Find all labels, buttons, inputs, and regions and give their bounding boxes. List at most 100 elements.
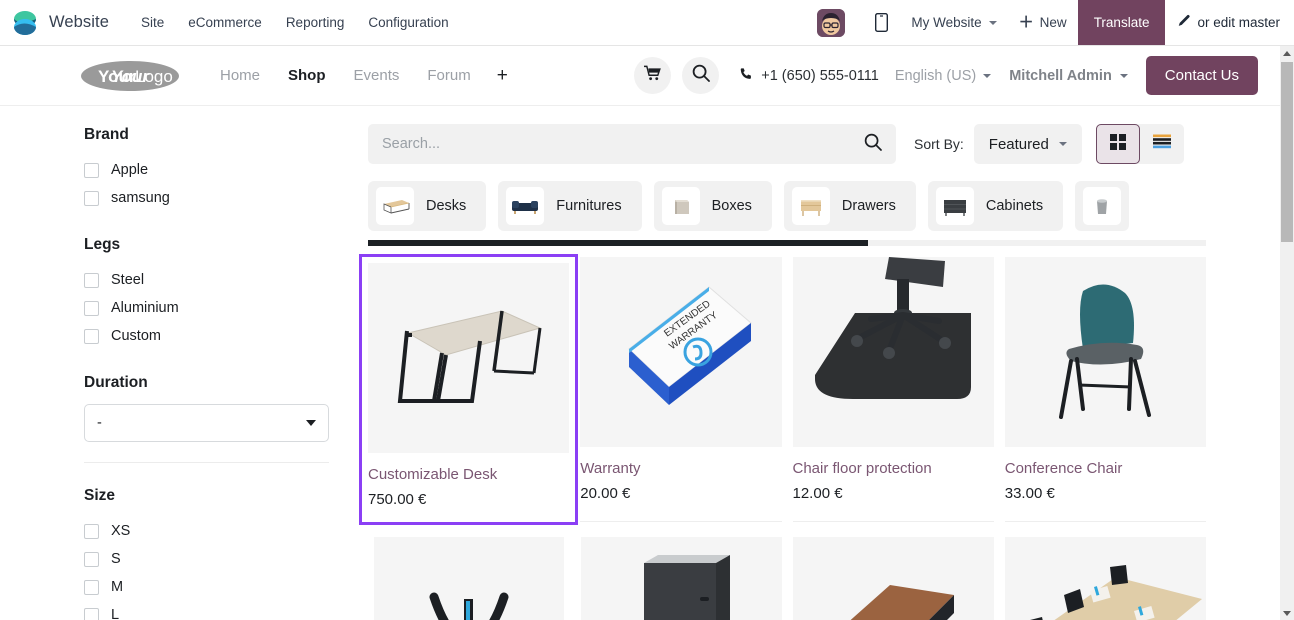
nav-link-shop[interactable]: Shop — [274, 67, 340, 84]
shopping-cart-button[interactable] — [634, 57, 672, 94]
category-label-furnitures: Furnitures — [556, 198, 622, 214]
filter-option-steel[interactable]: Steel — [84, 266, 334, 294]
add-page-icon[interactable]: + — [485, 66, 520, 85]
site-logo[interactable]: Your Logo Your Logo — [80, 59, 180, 93]
checkbox-l[interactable] — [84, 607, 99, 620]
category-chip-furnitures[interactable]: Furnitures — [498, 181, 642, 231]
product-card-cabinet-with-doors[interactable] — [581, 537, 782, 620]
menu-item-configuration[interactable]: Configuration — [356, 0, 460, 45]
odoo-brand[interactable]: Website — [0, 0, 115, 45]
filter-group-title-duration: Duration — [84, 374, 148, 391]
filter-option-custom[interactable]: Custom — [84, 322, 334, 350]
products-toolbar: Sort By: Featured — [368, 124, 1206, 164]
filter-option-apple[interactable]: Apple — [84, 156, 334, 184]
bin-thumb-icon — [1083, 187, 1122, 225]
header-phone[interactable]: +1 (650) 555-0111 — [739, 67, 879, 85]
svg-text:Logo: Logo — [135, 67, 173, 86]
product-card-customizable-desk[interactable]: Customizable Desk 750.00 € — [358, 254, 579, 525]
checkbox-m[interactable] — [84, 579, 99, 595]
product-grid: Customizable Desk 750.00 € EXTENDED WARR… — [358, 254, 1206, 525]
filter-option-m[interactable]: M — [84, 573, 334, 601]
user-menu[interactable]: Mitchell Admin — [1009, 68, 1128, 84]
website-selector[interactable]: My Website — [900, 0, 1007, 45]
scroll-up-arrow[interactable] — [1280, 46, 1294, 60]
nav-link-home[interactable]: Home — [206, 67, 274, 84]
shop-page-body: Brand Apple samsung Legs Steel Aluminium… — [0, 106, 1280, 620]
filter-label-aluminium: Aluminium — [111, 300, 179, 316]
edit-master-button[interactable]: or edit master — [1165, 0, 1294, 45]
duration-select[interactable]: - — [84, 404, 329, 442]
category-strip[interactable]: Desks Furnitures Boxes Drawers Cabinets — [368, 181, 1206, 231]
language-selector[interactable]: English (US) — [895, 68, 992, 84]
category-chip-boxes[interactable]: Boxes — [653, 181, 772, 231]
header-search-button[interactable] — [682, 57, 720, 94]
desk-thumb-icon — [376, 187, 414, 225]
filter-option-samsung[interactable]: samsung — [84, 184, 334, 212]
product-card-conference-chair[interactable]: Conference Chair 33.00 € — [1004, 257, 1206, 522]
chevron-down-icon — [1058, 142, 1067, 146]
checkbox-steel[interactable] — [84, 272, 99, 288]
checkbox-custom[interactable] — [84, 328, 99, 344]
sort-by-select[interactable]: Featured — [973, 124, 1082, 164]
header-phone-label: +1 (650) 555-0111 — [761, 67, 879, 84]
scroll-down-arrow[interactable] — [1280, 606, 1294, 620]
sofa-thumb-icon — [506, 187, 545, 225]
nav-link-forum[interactable]: Forum — [413, 67, 484, 84]
box-thumb-icon — [661, 187, 700, 225]
product-title[interactable]: Customizable Desk — [368, 466, 569, 483]
products-area: Sort By: Featured — [358, 124, 1206, 620]
filter-option-s[interactable]: S — [84, 545, 334, 573]
mobile-preview-button[interactable] — [863, 0, 900, 45]
product-title[interactable]: Conference Chair — [1005, 460, 1206, 477]
phone-icon — [739, 67, 753, 85]
search-icon[interactable] — [864, 133, 882, 156]
vertical-scroll-thumb[interactable] — [1281, 62, 1293, 242]
category-chip-desks[interactable]: Desks — [368, 181, 487, 231]
category-chip-bin[interactable] — [1075, 181, 1130, 231]
avatar[interactable] — [817, 8, 846, 37]
edit-master-label: or edit master — [1197, 15, 1280, 30]
menu-item-site[interactable]: Site — [129, 0, 176, 45]
desk-image — [368, 263, 570, 453]
product-price: 20.00 € — [580, 485, 631, 502]
nav-link-events[interactable]: Events — [340, 67, 414, 84]
new-button[interactable]: ＋ New — [1008, 0, 1078, 45]
product-title[interactable]: Warranty — [580, 460, 781, 477]
filter-option-aluminium[interactable]: Aluminium — [84, 294, 334, 322]
odoo-top-navbar: Website Site eCommerce Reporting Configu… — [0, 0, 1294, 46]
product-card-warranty[interactable]: EXTENDED WARRANTY Warranty 20.00 € — [580, 257, 782, 522]
product-card-monitor-stand[interactable] — [368, 537, 570, 620]
checkbox-apple[interactable] — [84, 162, 99, 178]
product-price: 33.00 € — [1004, 485, 1055, 502]
checkbox-s[interactable] — [84, 551, 99, 567]
product-card-wooden-desk[interactable] — [793, 537, 994, 620]
category-label-desks: Desks — [426, 198, 467, 214]
menu-item-ecommerce[interactable]: eCommerce — [176, 0, 274, 45]
sort-by-label: Sort By: — [914, 136, 964, 152]
product-card-large-meeting-table[interactable] — [1005, 537, 1206, 620]
page-vertical-scrollbar[interactable] — [1280, 46, 1294, 620]
checkbox-aluminium[interactable] — [84, 300, 99, 316]
product-card-chair-floor-protection[interactable]: Chair floor protection 12.00 € — [792, 257, 994, 522]
product-price: 750.00 € — [368, 491, 427, 508]
product-title[interactable]: Chair floor protection — [793, 460, 994, 477]
filter-label-custom: Custom — [111, 328, 161, 344]
contact-us-button[interactable]: Contact Us — [1145, 56, 1258, 95]
search-input[interactable] — [382, 136, 864, 152]
filter-option-l[interactable]: L — [84, 601, 334, 620]
h-scroll-thumb[interactable] — [368, 240, 868, 246]
grid-view-button[interactable] — [1095, 124, 1140, 164]
menu-item-reporting[interactable]: Reporting — [274, 0, 357, 45]
checkbox-xs[interactable] — [84, 523, 99, 539]
category-chip-cabinets[interactable]: Cabinets — [927, 181, 1064, 231]
filter-option-xs[interactable]: XS — [84, 517, 334, 545]
category-horizontal-scrollbar[interactable] — [368, 240, 1206, 246]
list-view-button[interactable] — [1140, 124, 1184, 164]
checkbox-samsung[interactable] — [84, 190, 99, 206]
search-box[interactable] — [368, 124, 896, 164]
filter-group-title-size: Size — [84, 487, 116, 504]
plus-icon: ＋ — [1018, 14, 1034, 31]
category-chip-drawers[interactable]: Drawers — [783, 181, 916, 231]
translate-button[interactable]: Translate — [1077, 0, 1166, 45]
shopping-cart-icon — [644, 65, 662, 86]
